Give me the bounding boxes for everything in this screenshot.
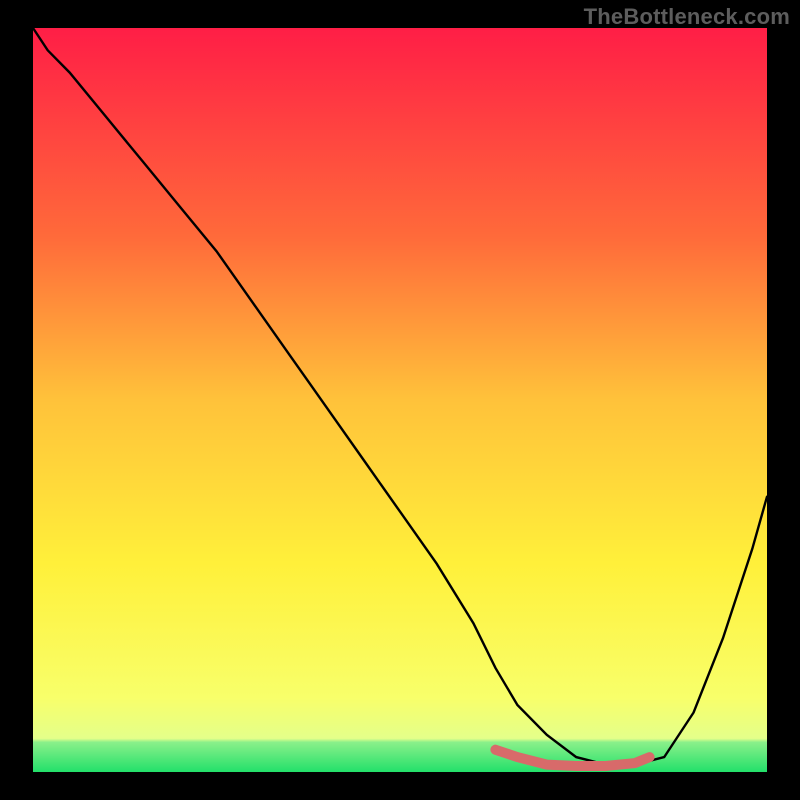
plot-background	[33, 28, 767, 772]
chart-frame: TheBottleneck.com	[0, 0, 800, 800]
bottleneck-chart-svg	[0, 0, 800, 800]
watermark-text: TheBottleneck.com	[584, 4, 790, 30]
